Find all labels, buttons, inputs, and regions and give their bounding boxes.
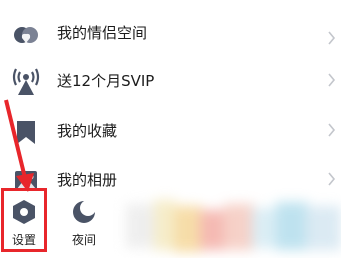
chevron-right-icon [328, 73, 336, 87]
menu-item-couple-space[interactable]: 我的情侣空间 [0, 0, 341, 45]
heart-icon [14, 27, 38, 43]
menu-item-favorites[interactable]: 我的收藏 [0, 108, 341, 156]
bookmark-icon [17, 121, 35, 144]
menu-item-label: 送12个月SVIP [57, 72, 155, 90]
chevron-right-icon [328, 123, 336, 137]
menu-item-label: 我的收藏 [57, 122, 118, 140]
settings-highlight-box [1, 188, 47, 252]
night-mode-label: 夜间 [71, 233, 96, 247]
menu-item-label: 我的情侣空间 [57, 24, 148, 42]
blurred-background [126, 200, 341, 252]
menu-item-svip-gift[interactable]: 送12个月SVIP [0, 58, 341, 106]
chevron-right-icon [328, 31, 336, 45]
night-mode-button[interactable]: 夜间 [60, 188, 108, 250]
broadcast-tower-icon [12, 68, 40, 95]
moon-icon [73, 200, 96, 223]
